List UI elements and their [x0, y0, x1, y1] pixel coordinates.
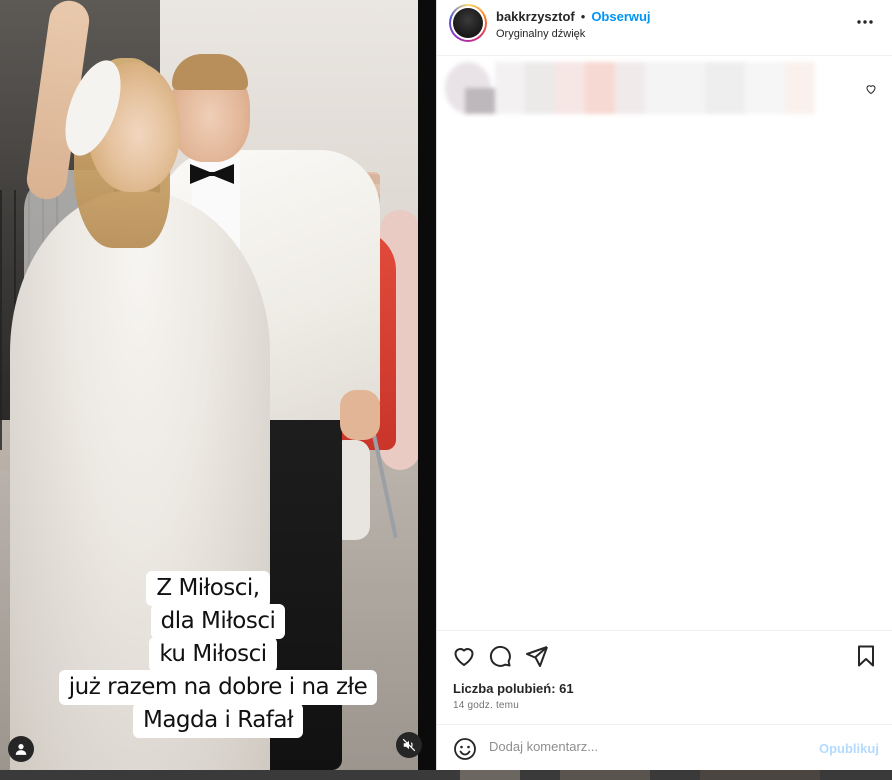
mute-button[interactable] [396, 732, 422, 758]
emoji-button[interactable] [453, 737, 477, 761]
follow-button[interactable]: Obserwuj [591, 9, 650, 24]
emoji-icon [454, 738, 476, 760]
heart-icon [866, 85, 876, 95]
post-sidebar: bakkrzysztof • Obserwuj Oryginalny dźwię… [436, 0, 892, 770]
user-icon [15, 744, 27, 755]
groom-hand [340, 390, 380, 440]
caption-line: ku Miłosci [149, 637, 277, 672]
caption-line: Magda i Rafał [132, 703, 304, 738]
post-modal: Z Miłosci, dla Miłosci ku Miłosci już ra… [0, 0, 892, 780]
heart-icon [454, 648, 474, 666]
video-caption: Z Miłosci, dla Miłosci ku Miłosci już ra… [0, 571, 436, 738]
comment-icon [489, 645, 511, 667]
caption-line: już razem na dobre i na złe [58, 670, 378, 705]
like-button[interactable] [451, 643, 477, 669]
caption-line: dla Miłosci [150, 604, 286, 639]
separator-dot: • [580, 9, 586, 24]
share-icon [526, 646, 548, 667]
blurred-comment [437, 58, 877, 118]
post-header: bakkrzysztof • Obserwuj Oryginalny dźwię… [437, 0, 892, 56]
save-button[interactable] [853, 643, 879, 669]
tagged-users-button[interactable] [8, 736, 34, 762]
action-bar [437, 630, 892, 680]
likes-count[interactable]: Liczba polubień: 61 [453, 681, 574, 696]
post-video[interactable]: Z Miłosci, dla Miłosci ku Miłosci już ra… [0, 0, 436, 770]
publish-button[interactable]: Opublikuj [819, 741, 879, 756]
comment-like-button[interactable] [865, 82, 877, 100]
avatar[interactable] [449, 4, 487, 42]
comment-form: Opublikuj [437, 724, 892, 770]
caption-line: Z Miłosci, [146, 571, 270, 606]
comment-input[interactable] [489, 739, 789, 754]
bottom-strip [0, 770, 892, 780]
bookmark-icon [858, 645, 874, 667]
comment-button[interactable] [487, 643, 513, 669]
more-options-button[interactable] [851, 10, 879, 34]
audio-link[interactable]: Oryginalny dźwięk [496, 28, 585, 40]
mute-icon [402, 738, 416, 752]
username-link[interactable]: bakkrzysztof [496, 9, 575, 24]
avatar-image [453, 8, 483, 38]
more-icon [857, 20, 873, 24]
share-button[interactable] [524, 643, 550, 669]
post-timestamp[interactable]: 14 godz. temu [453, 700, 519, 711]
